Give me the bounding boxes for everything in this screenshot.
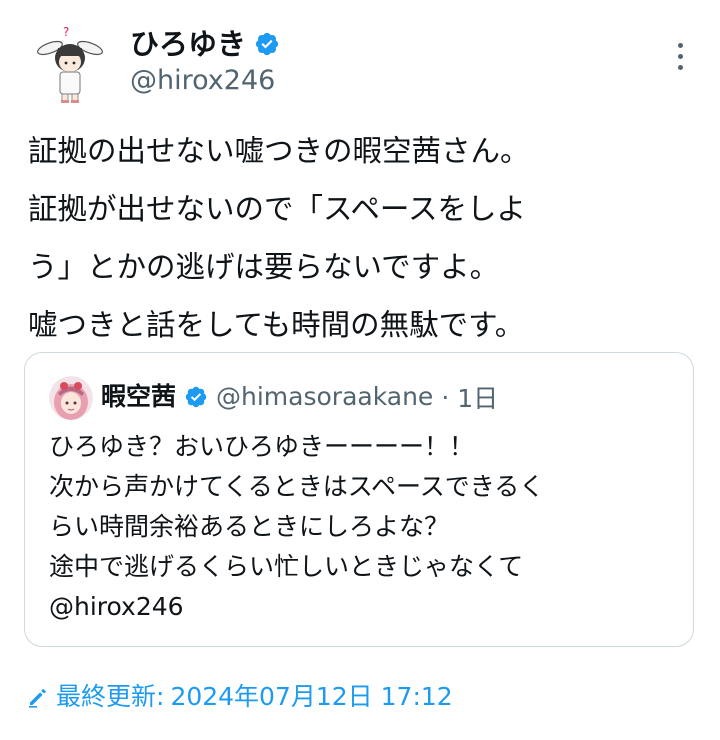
author-avatar[interactable]: ? [28,22,112,106]
edited-date: 2024年07月12日 17:12 [170,682,453,711]
tweet-text: 証拠の出せない嘘つきの暇空茜さん。 証拠が出せないので「スペースをしよ う」とか… [28,122,688,354]
more-dot [677,64,683,70]
quoted-handle[interactable]: @himasoraakane [216,381,433,413]
quoted-text-line: 途中で逃げるくらい忙しいときじゃなくて [49,552,524,581]
author-avatar-illustration: ? [28,22,112,106]
edited-label: 最終更新: [56,682,165,711]
tweet-text-line: う」とかの逃げは要らないですよ。 [28,250,500,284]
author-name-row: ひろゆき [130,26,280,62]
last-edited-link[interactable]: 最終更新: 2024年07月12日 17:12 [26,680,453,714]
quoted-text-line: ひろゆき？おいひろゆきーーーー！！ [49,432,475,461]
tweet: ? ひろゆき @hirox246 証拠の出せない嘘つきの暇空茜さん。 証拠が出せ… [0,0,720,740]
more-options-icon[interactable] [664,38,696,74]
quoted-header: 暇空茜 @himasoraakane · 1日 [101,379,498,415]
verified-badge-icon[interactable] [184,385,208,409]
quoted-text-line: 次から声かけてくるときはスペースできるく [49,472,545,501]
quoted-tweet-card[interactable]: 暇空茜 @himasoraakane · 1日 ひろゆき？おいひろゆきーーーー！… [24,352,694,647]
quoted-tweet-text: ひろゆき？おいひろゆきーーーー！！ 次から声かけてくるときはスペースできるく ら… [49,427,679,627]
svg-text:?: ? [63,25,69,39]
quoted-text-line: @hirox246 [49,592,184,621]
quoted-avatar-illustration [49,376,93,420]
quoted-timestamp[interactable]: 1日 [457,379,498,415]
author-display-name[interactable]: ひろゆき [130,26,246,62]
more-dot [677,42,683,48]
verified-badge-icon[interactable] [254,31,280,57]
quoted-separator: · [441,382,450,412]
tweet-text-line: 嘘つきと話をしても時間の無駄です。 [28,308,525,342]
quoted-author-avatar[interactable] [49,376,93,420]
pencil-icon [26,685,50,709]
quoted-display-name[interactable]: 暇空茜 [101,381,176,413]
tweet-text-line: 証拠の出せない嘘つきの暇空茜さん。 [28,134,530,168]
more-dot [677,53,683,59]
quoted-text-line: らい時間余裕あるときにしろよな？ [49,512,450,541]
tweet-text-line: 証拠が出せないので「スペースをしよ [28,192,526,226]
author-handle[interactable]: @hirox246 [130,64,275,98]
